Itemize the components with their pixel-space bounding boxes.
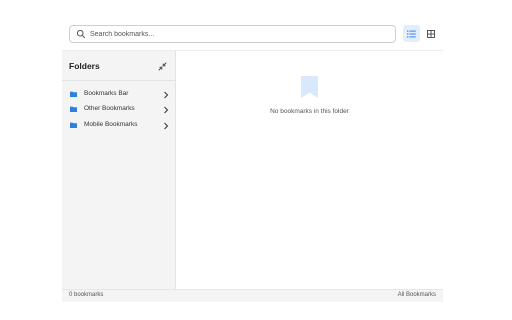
grid-view-button[interactable] (422, 25, 439, 42)
search-box[interactable] (69, 25, 396, 43)
chevron-right-icon[interactable] (163, 91, 169, 99)
folder-icon (70, 106, 77, 112)
grid-icon (426, 29, 435, 38)
folder-item-other-bookmarks[interactable]: Other Bookmarks (62, 103, 175, 117)
list-icon (407, 30, 416, 37)
bookmark-icon (301, 76, 318, 98)
search-input[interactable] (90, 27, 380, 41)
bookmark-manager: Folders Bookmarks Bar (62, 18, 443, 302)
empty-state-message: No bookmarks in this folder (270, 108, 349, 115)
sidebar-title: Folders (69, 61, 100, 71)
collapse-sidebar-button[interactable] (156, 60, 168, 72)
folder-icon (70, 122, 77, 128)
status-bar: 0 bookmarks All Bookmarks (62, 289, 443, 302)
chevron-right-icon[interactable] (163, 106, 169, 114)
folder-item-mobile-bookmarks[interactable]: Mobile Bookmarks (62, 119, 175, 133)
search-icon (76, 29, 86, 39)
bookmark-count: 0 bookmarks (69, 292, 104, 298)
folder-label: Mobile Bookmarks (84, 121, 138, 128)
chevron-right-icon[interactable] (163, 122, 169, 130)
folders-sidebar: Folders Bookmarks Bar Other Bookmarks Mo… (62, 51, 176, 289)
collapse-icon (158, 62, 166, 70)
list-view-button[interactable] (403, 25, 420, 42)
current-folder-label: All Bookmarks (397, 292, 436, 298)
sidebar-header: Folders (62, 51, 175, 81)
folder-item-bookmarks-bar[interactable]: Bookmarks Bar (62, 88, 175, 102)
folder-icon (70, 91, 77, 97)
top-bar (62, 18, 443, 51)
folder-label: Other Bookmarks (84, 105, 135, 112)
bookmarks-panel: No bookmarks in this folder (176, 51, 443, 289)
folder-label: Bookmarks Bar (84, 90, 129, 97)
